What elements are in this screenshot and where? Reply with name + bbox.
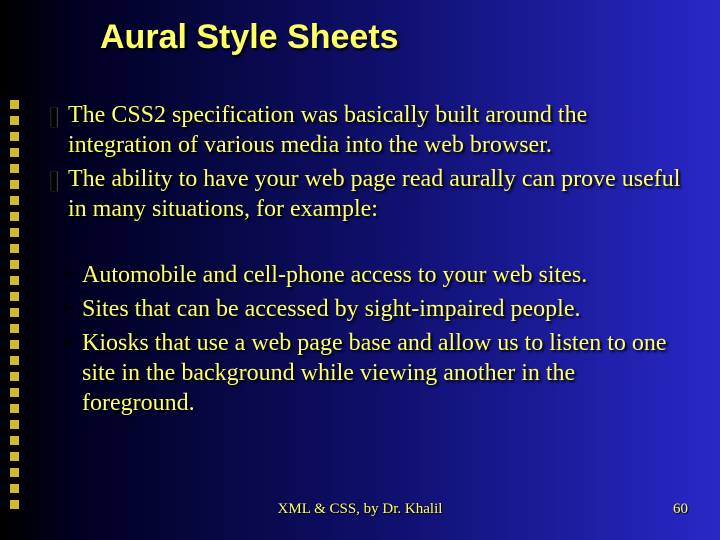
bullet-icon: ▮: [46, 164, 63, 195]
arrow-item: ➢ Kiosks that use a web page base and al…: [54, 328, 690, 418]
arrow-icon: ➢: [54, 260, 82, 288]
bullet-icon: ▮: [46, 100, 63, 131]
bullet-text: The ability to have your web page read a…: [68, 164, 690, 224]
arrow-icon: ➢: [54, 328, 82, 356]
slide-title: Aural Style Sheets: [100, 18, 399, 57]
bullet-item: ▮ The CSS2 specification was basically b…: [40, 100, 690, 160]
arrow-icon: ➢: [54, 294, 82, 322]
arrow-text: Automobile and cell-phone access to your…: [82, 260, 690, 290]
slide-content: ▮ The CSS2 specification was basically b…: [40, 100, 690, 422]
arrow-item: ➢ Automobile and cell-phone access to yo…: [54, 260, 690, 290]
page-number: 60: [673, 501, 688, 518]
slide: Aural Style Sheets ▮ The CSS2 specificat…: [0, 0, 720, 540]
bullet-item: ▮ The ability to have your web page read…: [40, 164, 690, 224]
decorative-stripe: [10, 0, 24, 540]
arrow-text: Kiosks that use a web page base and allo…: [82, 328, 690, 418]
arrow-text: Sites that can be accessed by sight-impa…: [82, 294, 690, 324]
footer-center: XML & CSS, by Dr. Khalil: [0, 501, 720, 518]
arrow-item: ➢ Sites that can be accessed by sight-im…: [54, 294, 690, 324]
bullet-text: The CSS2 specification was basically bui…: [68, 100, 690, 160]
